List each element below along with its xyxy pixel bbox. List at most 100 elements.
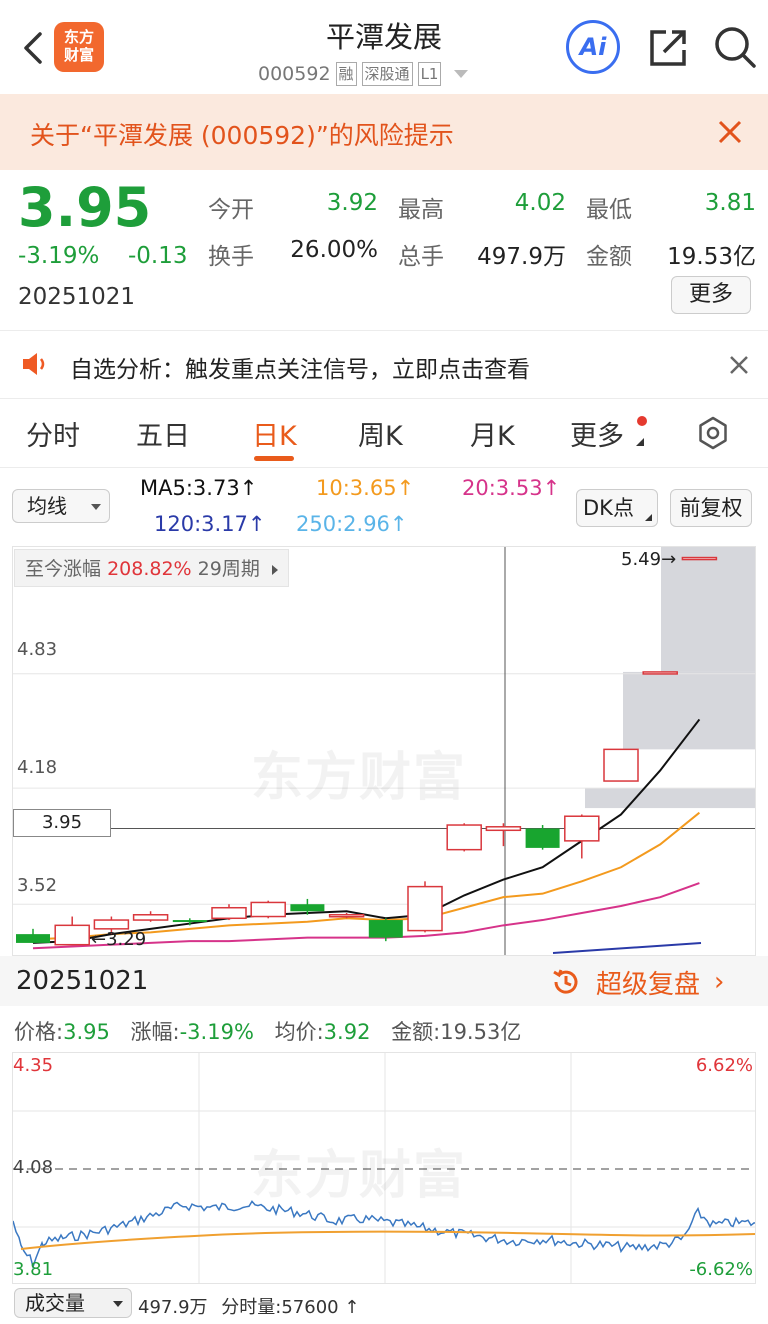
intraday-mid-price: 4.08 [13,1157,54,1178]
candle [564,814,600,859]
candle [16,928,50,943]
super-replay-button[interactable]: 超级复盘 › [550,964,724,1000]
candle-body [525,828,560,848]
intraday-top-price: 4.35 [13,1055,54,1076]
candle [485,823,522,847]
close-icon[interactable] [716,118,744,146]
candle-body [681,556,718,561]
stat-value-low: 3.81 [704,190,756,216]
volume-select[interactable]: 成交量 [14,1288,132,1318]
tab-weekly-k[interactable]: 周K [358,414,403,453]
stat-value-open: 3.92 [326,190,378,216]
y-label-483: 4.83 [17,639,58,660]
ma250-label: 250:2.96↑ [296,512,408,536]
stat-label-amount: 金额 [586,244,632,270]
ma120-line [552,942,702,954]
candle [446,823,482,852]
corner-triangle-icon [645,514,652,521]
stat-label-turnover: 换手 [208,244,254,270]
badge-level: L1 [417,62,442,86]
badge-margin: 融 [335,62,357,86]
badge-connect: 深股通 [361,62,413,86]
y-label-418: 4.18 [17,757,58,778]
tab-daily-k[interactable]: 日K [252,414,297,453]
intraday-date: 20251021 [16,966,149,996]
more-corner-icon [636,438,644,446]
y-label-352: 3.52 [17,875,58,896]
stat-label-open: 今开 [208,197,254,223]
kline-chart[interactable]: 东方财富 至今涨幅 208.82% 29周期 4.83 4.18 3.95 3.… [12,546,756,956]
history-clock-icon [550,966,582,998]
candle [132,911,169,922]
intraday-info-row: 价格:3.95 涨幅:-3.19% 均价:3.92 金额:19.53亿 [14,1020,522,1044]
candle-body [564,815,600,842]
speaker-icon [20,350,50,378]
tab-active-indicator [254,456,294,461]
candle [642,671,678,675]
watermark: 东方财富 [251,1146,468,1206]
ma120-label: 120:3.17↑ [154,512,266,536]
candle-body [407,885,443,932]
stock-code: 000592 [258,63,331,85]
candle [407,881,443,933]
ma-select[interactable]: 均线 [12,489,110,523]
dk-point-button[interactable]: DK点 [576,489,658,527]
dropdown-triangle-icon [91,504,101,510]
candle-body [290,904,325,912]
share-icon[interactable] [646,26,690,70]
candle [603,748,639,782]
resistance-zone [585,788,755,809]
watermark: 东方财富 [251,748,468,808]
notice-close-icon[interactable] [728,354,750,376]
stat-label-volume: 总手 [398,244,444,270]
stat-value-amount: 19.53亿 [667,244,756,270]
ma20-label: 20:3.53↑ [462,476,561,500]
candle [211,904,247,921]
new-dot [637,416,647,426]
risk-banner[interactable]: 关于“平潭发展 (000592)”的风险提示 [0,94,768,170]
candle-body [368,920,403,938]
dropdown-triangle-icon [113,1301,123,1307]
stat-value-volume: 497.9万 [477,244,566,270]
since-gain-box[interactable]: 至今涨幅 208.82% 29周期 [14,549,289,587]
notice-text[interactable]: 自选分析：触发重点关注信号，立即点击查看 [70,350,530,384]
stock-code-row[interactable]: 000592 融 深股通 L1 [258,60,469,88]
intraday-bottom-pct: -6.62% [689,1259,753,1280]
chevron-right-icon [271,565,278,575]
ma5-label: MA5:3.73↑ [140,476,258,500]
last-price: 3.95 [18,176,152,239]
candle-body [446,824,482,851]
candle-body [603,748,639,782]
tab-five-day[interactable]: 五日 [136,414,190,453]
intraday-chart[interactable]: 东方财富 4.35 6.62% 4.08 3.81 -6.62% [12,1052,756,1284]
intraday-top-pct: 6.62% [695,1055,753,1076]
stat-value-turnover: 26.00% [290,237,378,263]
tab-more[interactable]: 更多 [570,414,624,453]
search-icon[interactable] [712,24,758,70]
dropdown-arrow-icon [454,70,469,78]
candle [525,825,560,850]
forward-adjust-button[interactable]: 前复权 [670,489,752,527]
candle-body [54,924,90,946]
change-amount: -0.13 [128,243,188,269]
candle-body [93,919,130,930]
price-line [13,1200,755,1270]
candle-body [211,906,247,920]
candle-body [16,934,50,943]
quote-date: 20251021 [18,284,136,310]
candle-body [172,920,207,923]
settings-gear-icon[interactable] [696,416,730,450]
tab-monthly-k[interactable]: 月K [470,414,515,453]
ma10-label: 10:3.65↑ [316,476,415,500]
candle-body [485,826,522,832]
tab-intraday[interactable]: 分时 [26,414,80,453]
candle [54,916,90,946]
more-quote-button[interactable]: 更多 [671,276,751,314]
candle-body [132,914,169,921]
candle [250,900,286,919]
stat-label-high: 最高 [398,197,444,223]
ai-assistant-button[interactable]: Ai [566,20,620,74]
current-price-tag: 3.95 [13,809,111,837]
change-percent: -3.19% [18,243,100,269]
candle-body [250,901,286,918]
